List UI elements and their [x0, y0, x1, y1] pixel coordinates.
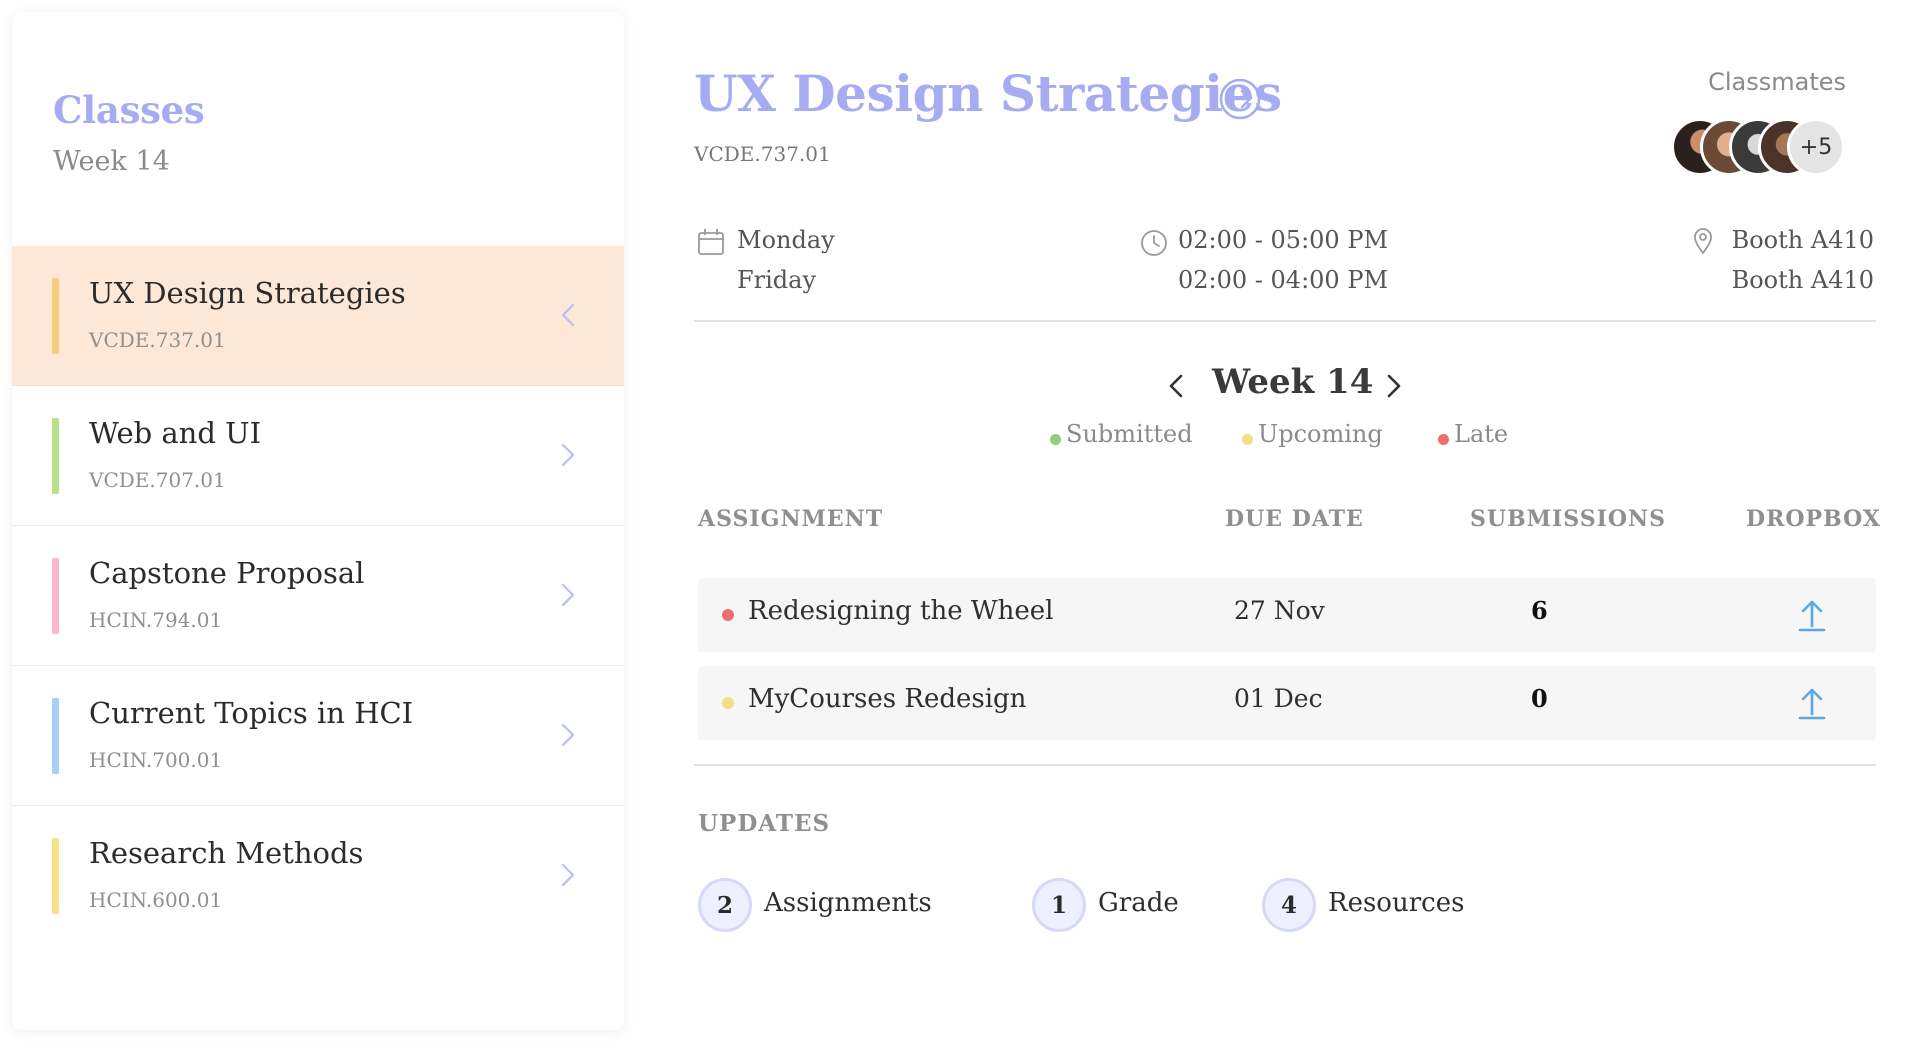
classmate-avatars[interactable]: +5 [1671, 118, 1845, 176]
class-name: UX Design Strategies [89, 276, 406, 310]
chevron-right-icon [561, 583, 575, 607]
assignment-name: MyCourses Redesign [748, 684, 1027, 714]
status-dot [722, 609, 734, 621]
sidebar-week: Week 14 [53, 146, 170, 177]
more-classmates-badge[interactable]: +5 [1787, 118, 1845, 176]
legend-dot [1242, 434, 1253, 445]
week-navigator: Week 14 [694, 360, 1876, 410]
class-item-current-topics-in-hci[interactable]: Current Topics in HCI HCIN.700.01 [12, 666, 624, 806]
chevron-right-icon [561, 443, 575, 467]
divider [694, 764, 1876, 766]
legend-label: Late [1454, 420, 1509, 448]
count-badge: 2 [698, 878, 752, 932]
classes-sidebar: Classes Week 14 UX Design Strategies VCD… [12, 12, 624, 1030]
col-header-submissions: SUBMISSIONS [1470, 506, 1667, 532]
class-code: HCIN.794.01 [89, 608, 223, 632]
schedule-location-2: Booth A410 [1731, 266, 1874, 294]
classmates-label: Classmates [1708, 68, 1846, 96]
class-item-ux-design-strategies[interactable]: UX Design Strategies VCDE.737.01 [12, 246, 624, 386]
class-name: Web and UI [89, 416, 262, 450]
class-color-bar [52, 418, 59, 494]
chevron-left-icon[interactable] [1164, 372, 1190, 400]
chevron-right-icon [561, 863, 575, 887]
course-detail: UX Design Strategies VCDE.737.01 Classma… [694, 0, 1894, 1048]
class-name: Current Topics in HCI [89, 696, 414, 730]
class-code: HCIN.600.01 [89, 888, 223, 912]
class-name: Capstone Proposal [89, 556, 365, 590]
legend-label: Upcoming [1258, 420, 1383, 448]
table-row[interactable]: Redesigning the Wheel 27 Nov 6 [698, 578, 1876, 652]
class-item-research-methods[interactable]: Research Methods HCIN.600.01 [12, 806, 624, 946]
chevron-left-icon [561, 303, 575, 327]
class-item-capstone-proposal[interactable]: Capstone Proposal HCIN.794.01 [12, 526, 624, 666]
class-color-bar [52, 278, 59, 354]
legend-dot [1438, 434, 1449, 445]
chevron-right-icon[interactable] [1380, 372, 1406, 400]
schedule-time-1: 02:00 - 05:00 PM [1178, 226, 1389, 254]
col-header-due-date: DUE DATE [1225, 506, 1364, 532]
upload-icon[interactable] [1792, 684, 1832, 722]
course-title: UX Design Strategies [694, 64, 1282, 123]
upload-icon[interactable] [1792, 596, 1832, 634]
status-dot [722, 697, 734, 709]
class-name: Research Methods [89, 836, 364, 870]
course-code: VCDE.737.01 [694, 142, 831, 166]
due-date: 27 Nov [1234, 596, 1325, 625]
week-label: Week 14 [1212, 362, 1374, 402]
chevron-right-icon [561, 723, 575, 747]
count-badge: 1 [1032, 878, 1086, 932]
col-header-dropbox: DROPBOX [1746, 506, 1881, 532]
schedule-day-2: Friday [737, 266, 817, 294]
update-label: Resources [1328, 888, 1465, 918]
legend-dot [1050, 434, 1061, 445]
assignment-name: Redesigning the Wheel [748, 596, 1054, 626]
arrow-right-circle-icon[interactable] [1218, 77, 1262, 121]
submission-count: 6 [1531, 596, 1548, 625]
legend-label: Submitted [1066, 420, 1193, 448]
schedule-day-1: Monday [737, 226, 835, 254]
update-label: Assignments [764, 888, 932, 918]
count-badge: 4 [1262, 878, 1316, 932]
clock-icon [1141, 230, 1167, 256]
sidebar-title: Classes [53, 88, 205, 132]
col-header-assignment: ASSIGNMENT [698, 506, 884, 532]
class-color-bar [52, 558, 59, 634]
class-code: VCDE.707.01 [89, 468, 226, 492]
class-code: VCDE.737.01 [89, 328, 226, 352]
table-row[interactable]: MyCourses Redesign 01 Dec 0 [698, 666, 1876, 740]
submission-count: 0 [1531, 684, 1548, 713]
due-date: 01 Dec [1234, 684, 1323, 713]
class-code: HCIN.700.01 [89, 748, 223, 772]
update-label: Grade [1098, 888, 1179, 918]
calendar-icon [698, 229, 724, 255]
schedule-time-2: 02:00 - 04:00 PM [1178, 266, 1389, 294]
class-item-web-and-ui[interactable]: Web and UI VCDE.707.01 [12, 386, 624, 526]
class-color-bar [52, 698, 59, 774]
class-color-bar [52, 838, 59, 914]
class-list: UX Design Strategies VCDE.737.01 Web and… [12, 246, 624, 946]
divider [694, 320, 1876, 322]
schedule-location-1: Booth A410 [1731, 226, 1874, 254]
location-pin-icon [1694, 228, 1712, 255]
updates-title: UPDATES [698, 810, 831, 837]
